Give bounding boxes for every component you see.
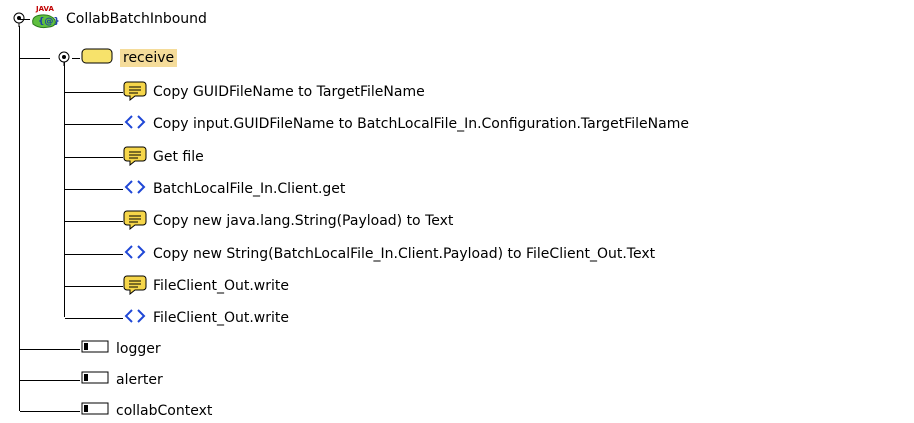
collaboration-tree: JAVA {@} CollabBatchInbound receive Copy… — [0, 0, 914, 421]
code-brackets-icon — [123, 305, 147, 331]
java-badge-text: JAVA — [35, 5, 54, 13]
tree-node-step[interactable]: Copy new String(BatchLocalFile_In.Client… — [123, 242, 655, 266]
tree-node-field[interactable]: alerter — [80, 368, 163, 392]
tree-node-label: Get file — [153, 149, 204, 165]
tree-node-step[interactable]: Copy new java.lang.String(Payload) to Te… — [123, 209, 453, 233]
step-connector — [65, 92, 123, 93]
method-hline-2 — [72, 58, 80, 59]
tree-node-step[interactable]: Copy GUIDFileName to TargetFileName — [123, 80, 425, 104]
comment-bubble-icon — [123, 79, 147, 105]
java-collaboration-icon: JAVA {@} — [30, 4, 60, 34]
tree-node-label: Copy GUIDFileName to TargetFileName — [153, 84, 425, 100]
field-icon — [80, 339, 110, 359]
tree-node-label: collabContext — [116, 403, 213, 419]
folder-icon — [80, 46, 114, 70]
tree-node-step[interactable]: Copy input.GUIDFileName to BatchLocalFil… — [123, 112, 689, 136]
comment-bubble-icon — [123, 273, 147, 299]
tree-node-field[interactable]: collabContext — [80, 399, 212, 423]
field-connector — [20, 380, 80, 381]
comment-bubble-icon — [123, 208, 147, 234]
step-connector — [65, 286, 123, 287]
expand-handle-icon[interactable] — [56, 50, 72, 66]
root-connector-line — [19, 26, 20, 339]
tree-node-step[interactable]: FileClient_Out.write — [123, 274, 289, 298]
tree-node-step[interactable]: BatchLocalFile_In.Client.get — [123, 177, 345, 201]
svg-text:{@}: {@} — [38, 17, 60, 27]
tree-node-step[interactable]: FileClient_Out.write — [123, 306, 289, 330]
step-connector — [65, 124, 123, 125]
field-connector — [20, 349, 80, 350]
field-icon — [80, 401, 110, 421]
root-hline — [20, 19, 30, 20]
tree-node-label: Copy input.GUIDFileName to BatchLocalFil… — [153, 116, 689, 132]
tree-node-label: Copy new java.lang.String(Payload) to Te… — [153, 213, 454, 229]
tree-node-label: CollabBatchInbound — [66, 11, 207, 27]
tree-node-field[interactable]: logger — [80, 337, 161, 361]
step-connector — [65, 254, 123, 255]
comment-bubble-icon — [123, 144, 147, 170]
tree-node-label: alerter — [116, 372, 163, 388]
field-connector — [20, 411, 80, 412]
step-connector — [65, 189, 123, 190]
tree-node-receive[interactable]: receive — [80, 46, 178, 70]
tree-node-root[interactable]: JAVA {@} CollabBatchInbound — [30, 4, 207, 34]
step-connector — [65, 318, 123, 319]
step-connector — [65, 221, 123, 222]
tree-node-step[interactable]: Get file — [123, 145, 204, 169]
tree-node-label: FileClient_Out.write — [153, 310, 289, 326]
code-brackets-icon — [123, 241, 147, 267]
tree-node-label: receive — [120, 49, 178, 67]
root-connector-tail — [19, 339, 20, 411]
tree-node-label: Copy new String(BatchLocalFile_In.Client… — [153, 246, 656, 262]
tree-node-label: logger — [116, 341, 161, 357]
method-hline — [20, 58, 50, 59]
code-brackets-icon — [123, 176, 147, 202]
step-connector — [65, 157, 123, 158]
tree-node-label: FileClient_Out.write — [153, 278, 289, 294]
field-icon — [80, 370, 110, 390]
tree-node-label: BatchLocalFile_In.Client.get — [153, 181, 346, 197]
code-brackets-icon — [123, 111, 147, 137]
